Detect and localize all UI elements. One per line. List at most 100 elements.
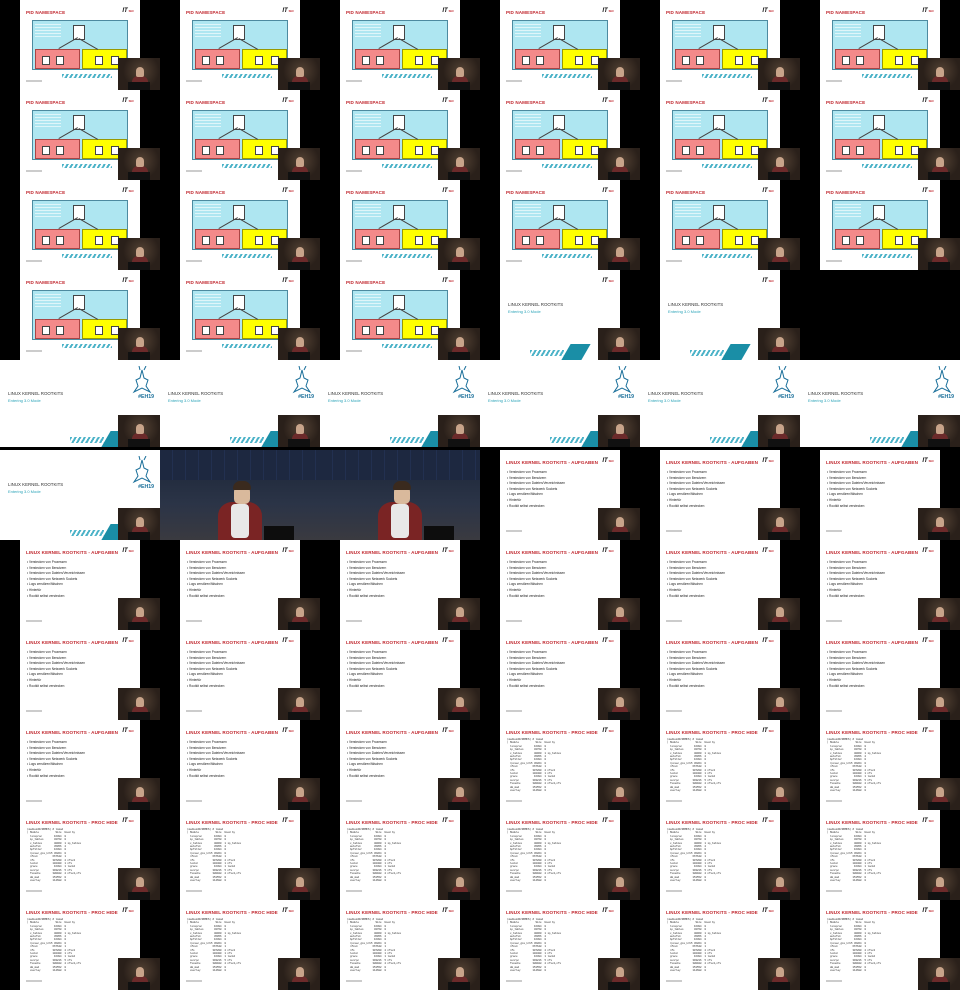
thumbnail[interactable] xyxy=(320,450,480,540)
diagram-notes xyxy=(835,114,861,128)
thumbnail[interactable]: ITSECLINUX KERNEL ROOTKITSEntering 3.0 M… xyxy=(0,360,160,447)
speaker-head xyxy=(616,157,624,167)
thumbnail[interactable]: PID NAMESPACE ITSEC xyxy=(320,180,480,270)
thumbnail[interactable]: LINUX KERNEL ROOTKITS - AUFGABENITSEC Ver… xyxy=(800,450,960,540)
speaker-camera-inset xyxy=(278,415,320,447)
thumbnail[interactable]: PID NAMESPACE ITSEC xyxy=(160,180,320,270)
thumbnail[interactable]: ITSECLINUX KERNEL ROOTKITSEntering 3.0 M… xyxy=(640,270,800,360)
logo-text: IT xyxy=(922,458,928,464)
thumbnail[interactable]: PID NAMESPACE ITSEC xyxy=(160,270,320,360)
thumbnail[interactable]: LINUX KERNEL ROOTKITS - AUFGABENITSEC Ver… xyxy=(320,720,480,810)
speaker-camera-inset xyxy=(918,598,960,630)
thumbnail[interactable]: LINUX KERNEL ROOTKITS - AUFGABENITSEC Ver… xyxy=(320,630,480,720)
thumbnail[interactable]: LINUX KERNEL ROOTKITS - AUFGABENITSEC Ver… xyxy=(160,720,320,810)
thumbnail[interactable]: LINUX KERNEL ROOTKITS - AUFGABENITSEC Ver… xyxy=(0,720,160,810)
thumbnail[interactable]: PID NAMESPACE ITSEC xyxy=(800,90,960,180)
logo-text: IT xyxy=(122,188,128,194)
thumbnail[interactable]: LINUX KERNEL ROOTKITS - AUFGABENITSEC Ver… xyxy=(160,540,320,630)
tree-line xyxy=(58,217,78,229)
thumbnail[interactable]: LINUX KERNEL ROOTKITS - AUFGABENITSEC Ver… xyxy=(160,630,320,720)
logo: ITSEC xyxy=(122,8,134,14)
footer-stripes xyxy=(62,344,112,348)
thumbnail[interactable]: LINUX KERNEL ROOTKITS - AUFGABENITSEC Ver… xyxy=(480,630,640,720)
thumbnail[interactable] xyxy=(160,450,320,540)
thumbnail[interactable]: LINUX KERNEL ROOTKITS - PROC HIDE ITSEC (m… xyxy=(320,900,480,990)
slide-title: PID NAMESPACE xyxy=(26,10,66,15)
speaker-head xyxy=(136,967,144,977)
logo: ITSEC xyxy=(922,728,934,734)
thumbnail[interactable]: LINUX KERNEL ROOTKITS - AUFGABENITSEC Ver… xyxy=(0,540,160,630)
thumbnail[interactable]: LINUX KERNEL ROOTKITS - PROC HIDE ITSEC (m… xyxy=(800,810,960,900)
thumbnail[interactable]: LINUX KERNEL ROOTKITS - PROC HIDE ITSEC (m… xyxy=(160,900,320,990)
thumbnail[interactable]: LINUX KERNEL ROOTKITS - AUFGABENITSEC Ver… xyxy=(800,540,960,630)
thumbnail[interactable]: ITSECLINUX KERNEL ROOTKITSEntering 3.0 M… xyxy=(480,360,640,447)
thumbnail[interactable]: PID NAMESPACE ITSEC xyxy=(640,0,800,90)
thumbnail[interactable]: LINUX KERNEL ROOTKITS - PROC HIDE ITSEC (m… xyxy=(800,900,960,990)
thumbnail[interactable]: LINUX KERNEL ROOTKITS - AUFGABENITSEC Ver… xyxy=(800,630,960,720)
thumbnail[interactable]: PID NAMESPACE ITSEC xyxy=(800,0,960,90)
thumbnail[interactable]: PID NAMESPACE ITSEC xyxy=(160,90,320,180)
thumbnail[interactable]: PID NAMESPACE ITSEC xyxy=(160,0,320,90)
thumbnail[interactable]: LINUX KERNEL ROOTKITS - AUFGABENITSEC Ver… xyxy=(480,450,640,540)
thumbnail[interactable]: ITSECLINUX KERNEL ROOTKITSEntering 3.0 M… xyxy=(640,360,800,447)
process-box xyxy=(42,236,50,245)
slide-title: LINUX KERNEL ROOTKITS - AUFGABEN xyxy=(826,640,919,645)
thumbnail[interactable]: PID NAMESPACE ITSEC xyxy=(480,90,640,180)
thumbnail[interactable]: LINUX KERNEL ROOTKITS - AUFGABENITSEC Ver… xyxy=(640,450,800,540)
thumbnail[interactable]: PID NAMESPACE ITSEC xyxy=(0,270,160,360)
thumbnail[interactable]: PID NAMESPACE ITSEC xyxy=(480,0,640,90)
thumbnail[interactable]: ITSECLINUX KERNEL ROOTKITSEntering 3.0 M… xyxy=(0,450,160,540)
namespace-red xyxy=(515,139,560,159)
thumbnail[interactable]: LINUX KERNEL ROOTKITS - PROC HIDE ITSEC (m… xyxy=(160,810,320,900)
thumbnail[interactable]: LINUX KERNEL ROOTKITS - PROC HIDE ITSEC (m… xyxy=(640,810,800,900)
thumbnail[interactable]: PID NAMESPACE ITSEC xyxy=(800,180,960,270)
pid-namespace-diagram xyxy=(352,110,448,160)
thumbnail[interactable]: LINUX KERNEL ROOTKITS - AUFGABENITSEC Ver… xyxy=(0,630,160,720)
thumbnail[interactable]: PID NAMESPACE ITSEC xyxy=(0,90,160,180)
thumbnail[interactable]: LINUX KERNEL ROOTKITS - AUFGABENITSEC Ver… xyxy=(320,540,480,630)
thumbnail[interactable]: LINUX KERNEL ROOTKITS - PROC HIDE ITSEC (m… xyxy=(480,900,640,990)
thumbnail[interactable]: LINUX KERNEL ROOTKITS - PROC HIDE ITSEC (m… xyxy=(640,900,800,990)
logo-small-text: SEC xyxy=(448,280,454,283)
thumbnail[interactable]: LINUX KERNEL ROOTKITS - PROC HIDE ITSEC (m… xyxy=(640,720,800,810)
speaker-hair xyxy=(393,481,411,490)
thumbnail[interactable]: ITSECLINUX KERNEL ROOTKITSEntering 3.0 M… xyxy=(160,360,320,447)
slide-title: LINUX KERNEL ROOTKITS xyxy=(328,391,384,397)
speaker-head xyxy=(936,877,944,887)
logo-small-text: SEC xyxy=(448,10,454,13)
speaker-head xyxy=(936,607,944,617)
thumbnail[interactable]: ITSECLINUX KERNEL ROOTKITSEntering 3.0 M… xyxy=(480,270,640,360)
thumbnail[interactable]: LINUX KERNEL ROOTKITS - PROC HIDE ITSEC (m… xyxy=(480,720,640,810)
pid-namespace-diagram xyxy=(512,20,608,70)
footer-stripes xyxy=(862,74,912,78)
thumbnail[interactable]: LINUX KERNEL ROOTKITS - AUFGABENITSEC Ver… xyxy=(640,540,800,630)
speaker-head xyxy=(136,697,144,707)
slide-subtitle: Entering 3.0 Mode xyxy=(508,309,541,315)
thumbnail[interactable]: PID NAMESPACE ITSEC xyxy=(640,180,800,270)
thumbnail[interactable]: LINUX KERNEL ROOTKITS - PROC HIDE ITSEC (m… xyxy=(320,810,480,900)
thumbnail[interactable]: LINUX KERNEL ROOTKITS - PROC HIDE ITSEC (m… xyxy=(0,900,160,990)
speaker-camera-inset xyxy=(758,508,800,540)
thumbnail[interactable]: ITSECLINUX KERNEL ROOTKITSEntering 3.0 M… xyxy=(320,360,480,447)
thumbnail[interactable]: PID NAMESPACE ITSEC xyxy=(640,90,800,180)
thumbnail[interactable]: PID NAMESPACE ITSEC xyxy=(480,180,640,270)
process-box xyxy=(255,236,263,245)
tree-line xyxy=(78,308,99,320)
speaker-head xyxy=(136,877,144,887)
speaker-camera-inset xyxy=(918,868,960,900)
thumbnail[interactable]: LINUX KERNEL ROOTKITS - AUFGABENITSEC Ver… xyxy=(480,540,640,630)
hare-icon xyxy=(132,456,152,484)
speaker-head xyxy=(776,157,784,167)
thumbnail[interactable]: PID NAMESPACE ITSEC xyxy=(0,180,160,270)
slide-title: LINUX KERNEL ROOTKITS - AUFGABEN xyxy=(826,550,919,555)
thumbnail[interactable]: ITSECLINUX KERNEL ROOTKITSEntering 3.0 M… xyxy=(800,360,960,447)
thumbnail[interactable]: PID NAMESPACE ITSEC xyxy=(320,0,480,90)
thumbnail[interactable]: PID NAMESPACE ITSEC xyxy=(320,270,480,360)
thumbnail[interactable]: LINUX KERNEL ROOTKITS - PROC HIDE ITSEC (m… xyxy=(800,720,960,810)
thumbnail[interactable]: LINUX KERNEL ROOTKITS - PROC HIDE ITSEC (m… xyxy=(480,810,640,900)
footer-stripes xyxy=(702,254,752,258)
thumbnail[interactable]: LINUX KERNEL ROOTKITS - PROC HIDE ITSEC (m… xyxy=(0,810,160,900)
thumbnail[interactable]: PID NAMESPACE ITSEC xyxy=(320,90,480,180)
thumbnail[interactable]: LINUX KERNEL ROOTKITS - AUFGABENITSEC Ver… xyxy=(640,630,800,720)
thumbnail[interactable]: PID NAMESPACE ITSEC xyxy=(0,0,160,90)
